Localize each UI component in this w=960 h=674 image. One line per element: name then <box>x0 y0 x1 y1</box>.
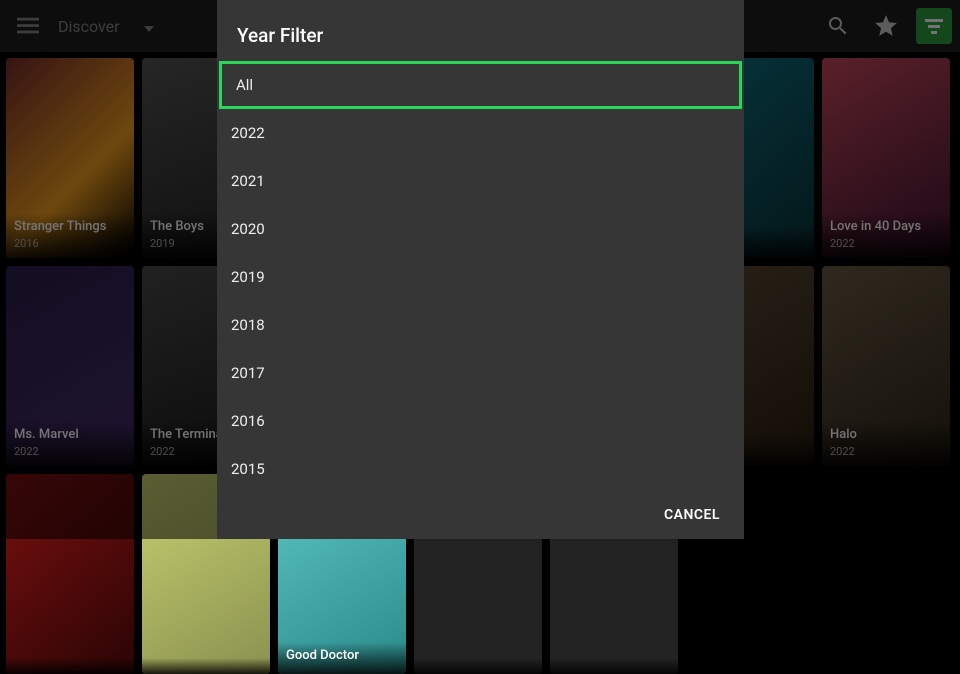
year-option[interactable]: 2022 <box>217 109 744 157</box>
dialog-options: All20222021202020192018201720162015 <box>217 61 744 495</box>
tile-title: Good Doctor <box>286 648 398 664</box>
year-filter-dialog: Year Filter All2022202120202019201820172… <box>217 0 744 539</box>
year-option[interactable]: 2019 <box>217 253 744 301</box>
year-option[interactable]: 2015 <box>217 445 744 493</box>
year-option[interactable]: 2017 <box>217 349 744 397</box>
cancel-button[interactable]: CANCEL <box>664 507 720 523</box>
year-option[interactable]: 2018 <box>217 301 744 349</box>
year-option[interactable]: 2016 <box>217 397 744 445</box>
year-option[interactable]: 2021 <box>217 157 744 205</box>
year-option[interactable]: All <box>219 61 742 109</box>
dialog-title: Year Filter <box>217 0 744 61</box>
year-option[interactable]: 2020 <box>217 205 744 253</box>
